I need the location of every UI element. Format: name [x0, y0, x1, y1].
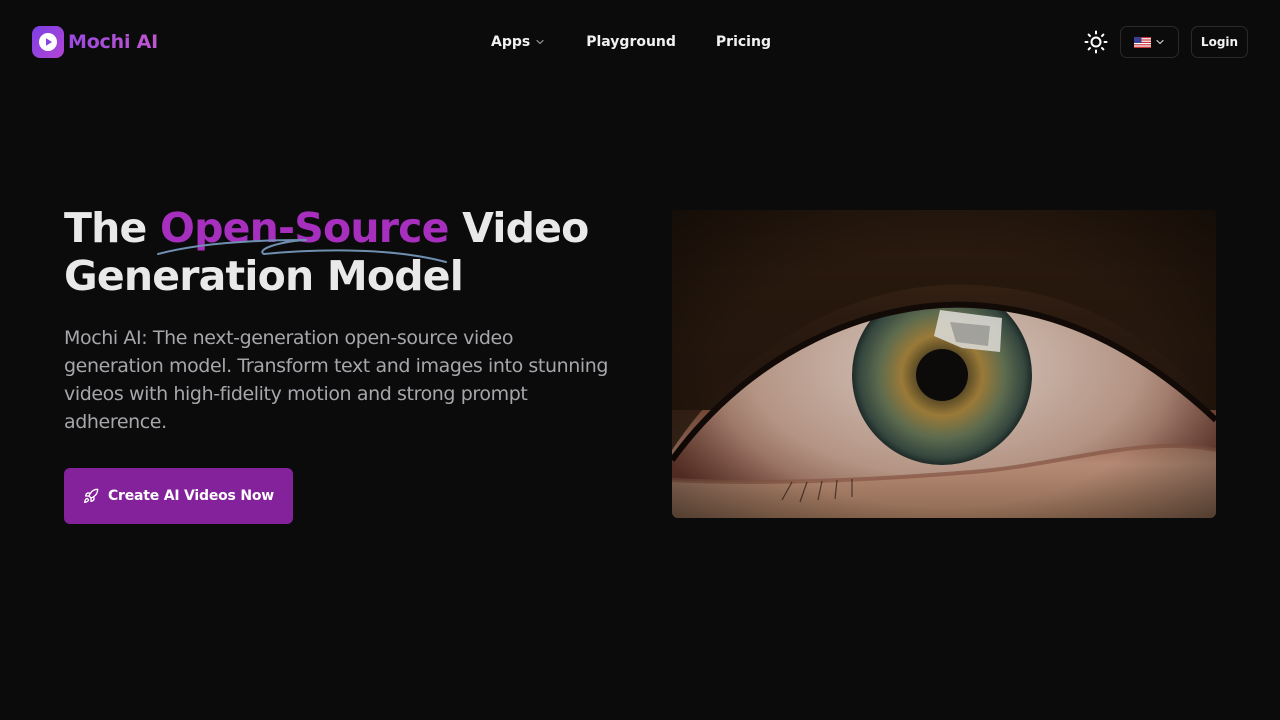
nav-pricing[interactable]: Pricing — [716, 30, 771, 54]
create-videos-button[interactable]: Create AI Videos Now — [64, 468, 293, 524]
eye-image — [672, 210, 1216, 518]
brand-name: Mochi AI — [68, 31, 159, 53]
language-select[interactable] — [1120, 26, 1179, 58]
rocket-icon — [83, 488, 99, 503]
login-button[interactable]: Login — [1191, 26, 1248, 58]
hero-title-highlight-wrap: Open-Source — [157, 204, 449, 263]
nav-apps-label: Apps — [491, 34, 531, 50]
us-flag-icon — [1134, 36, 1151, 48]
play-icon — [32, 26, 64, 58]
sun-icon — [1084, 30, 1108, 54]
chevron-down-icon — [536, 39, 544, 45]
hero-description: Mochi AI: The next-generation open-sourc… — [64, 327, 609, 433]
site-header: Mochi AI Apps Playground Pricing Login — [0, 0, 1280, 84]
chevron-down-icon — [1156, 39, 1164, 45]
main-nav: Apps Playground Pricing — [491, 30, 771, 54]
logo-link[interactable]: Mochi AI — [32, 26, 158, 58]
hero-video[interactable] — [672, 210, 1216, 518]
nav-playground[interactable]: Playground — [586, 30, 676, 54]
hero-title: The Open-Source Video Generation Model — [64, 204, 664, 300]
hero-title-highlight: Open-Source — [160, 204, 449, 252]
nav-apps[interactable]: Apps — [491, 30, 545, 54]
hero-title-prefix: The — [64, 204, 161, 252]
theme-toggle-button[interactable] — [1082, 28, 1110, 56]
nav-playground-label: Playground — [586, 34, 676, 50]
create-videos-button-label: Create AI Videos Now — [107, 488, 275, 504]
nav-pricing-label: Pricing — [715, 34, 771, 50]
